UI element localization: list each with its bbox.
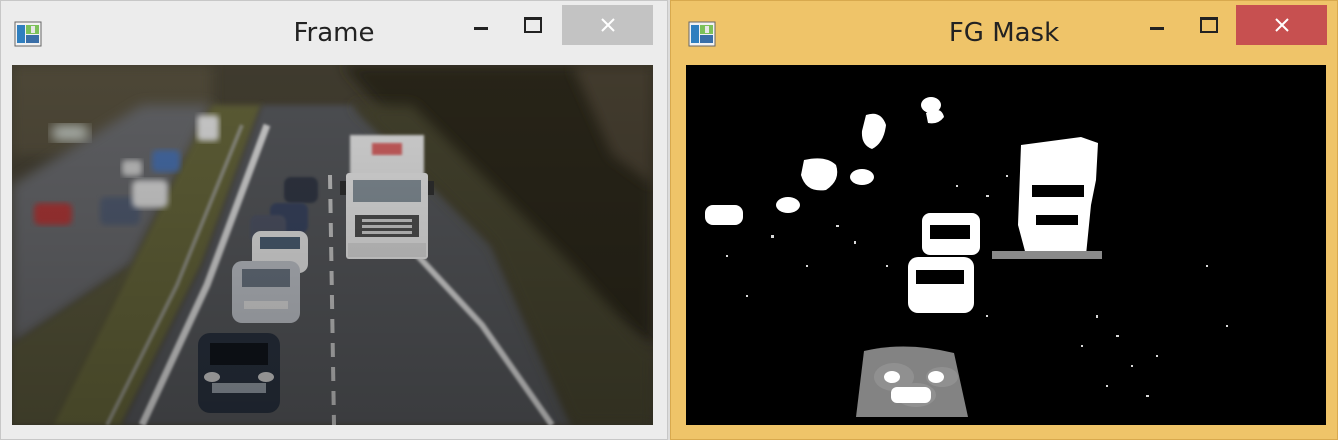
foreground-mask-image — [686, 65, 1326, 425]
maximize-icon — [1200, 17, 1218, 33]
highway-photo — [12, 65, 653, 425]
fg-mask-window[interactable]: FG Mask — [670, 0, 1338, 440]
fg-mask-titlebar[interactable]: FG Mask — [671, 1, 1337, 63]
close-icon — [1274, 18, 1289, 32]
close-button[interactable] — [562, 5, 653, 45]
minimize-icon — [1150, 26, 1164, 30]
close-icon — [600, 18, 615, 32]
fg-mask-image — [686, 65, 1326, 425]
frame-titlebar[interactable]: Frame — [1, 1, 667, 63]
minimize-button[interactable] — [1136, 5, 1178, 45]
minimize-button[interactable] — [460, 5, 502, 45]
maximize-button[interactable] — [1188, 5, 1230, 45]
frame-window[interactable]: Frame — [0, 0, 668, 440]
minimize-icon — [474, 26, 488, 30]
frame-image — [12, 65, 653, 425]
close-button[interactable] — [1236, 5, 1327, 45]
maximize-icon — [524, 17, 542, 33]
maximize-button[interactable] — [512, 5, 554, 45]
